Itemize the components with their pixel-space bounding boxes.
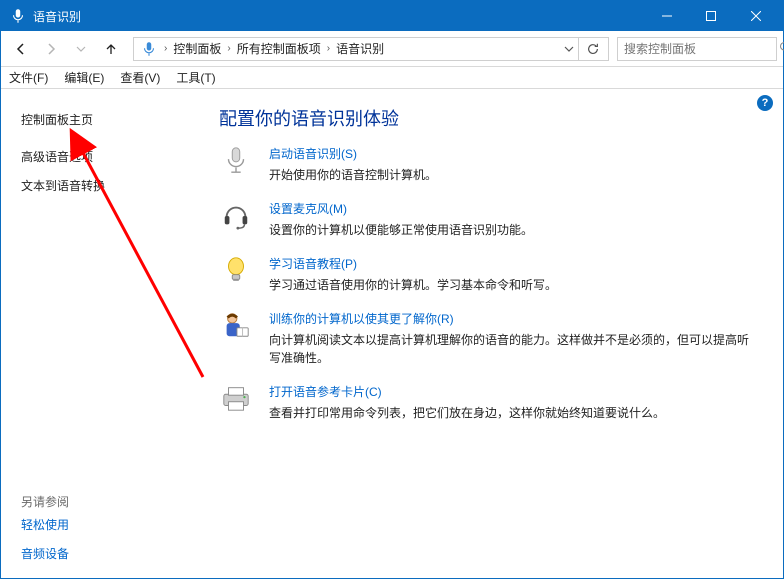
option-start-speech: 启动语音识别(S) 开始使用你的语音控制计算机。	[219, 145, 755, 184]
headset-icon	[219, 200, 253, 239]
chevron-right-icon[interactable]: ›	[325, 43, 332, 54]
chevron-right-icon[interactable]: ›	[162, 43, 169, 54]
nav-recent-dropdown[interactable]	[67, 35, 95, 63]
microphone-icon	[9, 7, 27, 25]
option-description: 查看并打印常用命令列表，把它们放在身边，这样你就始终知道要说什么。	[269, 400, 755, 422]
printer-icon	[219, 383, 253, 422]
option-link[interactable]: 学习语音教程(P)	[269, 257, 357, 271]
search-input[interactable]	[624, 42, 779, 56]
breadcrumb-item[interactable]: 语音识别	[332, 38, 388, 60]
content-area: 控制面板主页 高级语音选项 文本到语音转换 另请参阅 轻松使用 音频设备 配置你…	[1, 91, 783, 578]
address-history-dropdown[interactable]	[560, 44, 578, 54]
navigation-toolbar: › 控制面板 › 所有控制面板项 › 语音识别	[1, 31, 783, 67]
window-title: 语音识别	[33, 8, 81, 25]
option-train: 训练你的计算机以使其更了解你(R) 向计算机阅读文本以提高计算机理解你的语音的能…	[219, 310, 755, 367]
chevron-right-icon[interactable]: ›	[225, 43, 232, 54]
window-close-button[interactable]	[733, 1, 779, 31]
person-reading-icon	[219, 310, 253, 367]
option-link[interactable]: 打开语音参考卡片(C)	[269, 385, 382, 399]
search-icon[interactable]	[779, 41, 784, 56]
sidebar-home-link[interactable]: 控制面板主页	[21, 105, 183, 134]
option-description: 开始使用你的语音控制计算机。	[269, 162, 755, 184]
sidebar-tts-link[interactable]: 文本到语音转换	[21, 171, 183, 200]
option-link[interactable]: 设置麦克风(M)	[269, 202, 347, 216]
option-description: 设置你的计算机以便能够正常使用语音识别功能。	[269, 217, 755, 239]
menu-tools[interactable]: 工具(T)	[174, 69, 217, 86]
menu-file[interactable]: 文件(F)	[7, 69, 50, 86]
window-minimize-button[interactable]	[645, 1, 689, 31]
sidebar-ease-link[interactable]: 轻松使用	[21, 510, 183, 539]
address-breadcrumb[interactable]: › 控制面板 › 所有控制面板项 › 语音识别	[133, 37, 609, 61]
page-title: 配置你的语音识别体验	[219, 105, 755, 131]
breadcrumb-item[interactable]: 控制面板	[169, 38, 225, 60]
window-maximize-button[interactable]	[689, 1, 733, 31]
main-panel: 配置你的语音识别体验 启动语音识别(S) 开始使用你的语音控制计算机。 设置麦克…	[191, 91, 783, 578]
option-setup-mic: 设置麦克风(M) 设置你的计算机以便能够正常使用语音识别功能。	[219, 200, 755, 239]
option-reference-card: 打开语音参考卡片(C) 查看并打印常用命令列表，把它们放在身边，这样你就始终知道…	[219, 383, 755, 422]
microphone-icon	[219, 145, 253, 184]
microphone-icon	[140, 40, 158, 58]
option-description: 向计算机阅读文本以提高计算机理解你的语音的能力。这样做并不是必须的，但可以提高听…	[269, 327, 755, 367]
nav-forward-button[interactable]	[37, 35, 65, 63]
search-box[interactable]	[617, 37, 777, 61]
lightbulb-icon	[219, 255, 253, 294]
breadcrumb-item[interactable]: 所有控制面板项	[233, 38, 325, 60]
nav-up-button[interactable]	[97, 35, 125, 63]
menu-edit[interactable]: 编辑(E)	[62, 69, 106, 86]
option-link[interactable]: 训练你的计算机以使其更了解你(R)	[269, 312, 454, 326]
sidebar: 控制面板主页 高级语音选项 文本到语音转换 另请参阅 轻松使用 音频设备	[1, 91, 191, 578]
option-tutorial: 学习语音教程(P) 学习通过语音使用你的计算机。学习基本命令和听写。	[219, 255, 755, 294]
option-link[interactable]: 启动语音识别(S)	[269, 147, 357, 161]
sidebar-advanced-link[interactable]: 高级语音选项	[21, 142, 183, 171]
menu-view[interactable]: 查看(V)	[118, 69, 162, 86]
sidebar-audio-link[interactable]: 音频设备	[21, 539, 183, 568]
menu-bar: 文件(F) 编辑(E) 查看(V) 工具(T)	[1, 67, 783, 89]
sidebar-see-also-heading: 另请参阅	[21, 487, 183, 510]
window-titlebar: 语音识别	[1, 1, 783, 31]
nav-back-button[interactable]	[7, 35, 35, 63]
option-description: 学习通过语音使用你的计算机。学习基本命令和听写。	[269, 272, 755, 294]
refresh-button[interactable]	[578, 38, 606, 60]
